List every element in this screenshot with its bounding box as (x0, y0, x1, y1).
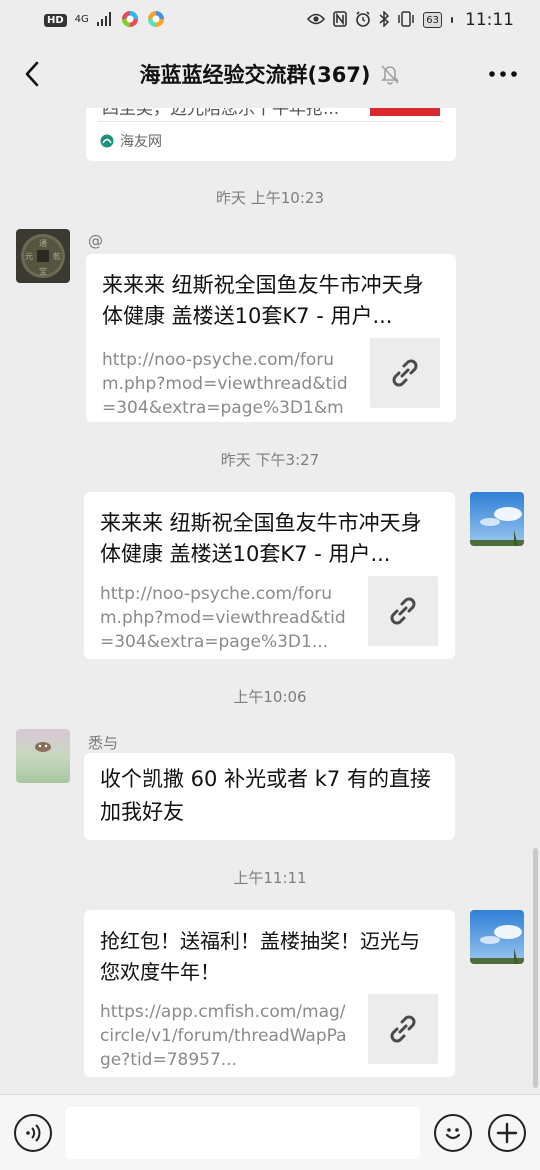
red-thumbnail (370, 108, 440, 116)
voice-wave-icon (26, 1124, 41, 1142)
voice-button[interactable] (14, 1114, 52, 1152)
chat-title: 海蓝蓝经验交流群(367) (139, 63, 371, 87)
hd-badge: HD (44, 13, 67, 27)
timestamp: 上午11:11 (233, 869, 307, 887)
self-avatar[interactable] (470, 910, 524, 964)
chevron-left-icon (25, 61, 39, 87)
link-card[interactable]: 四至奖，迈光陪您乐干牛年抢... 海友网 (86, 108, 456, 161)
link-thumbnail (368, 576, 438, 646)
message-text: 收个凯撒 60 补光或者 k7 有的直接加我好友 (100, 767, 431, 824)
battery-tip (451, 17, 453, 23)
svg-text:宝: 宝 (39, 266, 47, 276)
timestamp: 昨天 上午10:23 (216, 189, 324, 207)
app-notification-icon (147, 10, 165, 31)
message-list[interactable]: 四至奖，迈光陪您乐干牛年抢... 海友网 昨天 上午10:23 通 宝 元 乾 … (0, 108, 540, 1094)
sender-name: @ (88, 232, 103, 250)
link-card[interactable]: 来来来 纽斯祝全国鱼友牛市冲天身体健康 盖楼送10套K7 - 用户... htt… (84, 492, 455, 659)
plus-icon (496, 1122, 518, 1144)
link-card-divider (98, 121, 444, 122)
bluetooth-icon (379, 9, 390, 30)
avatar[interactable]: 通 宝 元 乾 (16, 229, 70, 283)
more-dots-icon (489, 71, 517, 77)
more-options-button[interactable] (486, 60, 520, 88)
link-icon (390, 597, 416, 625)
clock: 11:11 (465, 10, 514, 30)
chat-header: 海蓝蓝经验交流群(367) (0, 40, 540, 108)
status-bar: HD 4G 63 11:11 (0, 0, 540, 40)
avatar[interactable] (16, 729, 70, 783)
link-url: http://noo-psyche.com/forum.php?mod=view… (102, 350, 348, 418)
svg-text:通: 通 (39, 238, 47, 248)
link-title: 来来来 纽斯祝全国鱼友牛市冲天身体健康 盖楼送10套K7 - 用户... (100, 511, 422, 566)
link-source: 海友网 (120, 134, 162, 150)
eye-icon (307, 13, 326, 28)
svg-text:元: 元 (25, 252, 33, 261)
link-title: 来来来 纽斯祝全国鱼友牛市冲天身体健康 盖楼送10套K7 - 用户... (102, 273, 424, 328)
link-icon (390, 1015, 416, 1043)
sender-name: 悉与 (88, 734, 119, 752)
link-url: http://noo-psyche.com/forum.php?mod=view… (100, 584, 346, 652)
scrollbar-thumb[interactable] (533, 848, 538, 1088)
more-functions-button[interactable] (488, 1114, 526, 1152)
message-input[interactable] (66, 1107, 420, 1159)
link-card[interactable]: 来来来 纽斯祝全国鱼友牛市冲天身体健康 盖楼送10套K7 - 用户... htt… (86, 254, 456, 422)
mute-bell-icon (379, 63, 401, 85)
svg-text:乾: 乾 (53, 251, 61, 261)
battery-level: 63 (426, 14, 439, 26)
source-logo-icon (100, 134, 114, 148)
app-notification-icon (121, 10, 139, 31)
battery-indicator: 63 (423, 12, 442, 28)
link-card-partial-text: 四至奖，迈光陪您乐干牛年抢... (102, 108, 340, 119)
back-button[interactable] (14, 56, 50, 92)
link-icon (392, 359, 418, 387)
timestamp: 上午10:06 (233, 688, 307, 706)
emoji-button[interactable] (434, 1114, 472, 1152)
link-card[interactable]: 抢红包！送福利！盖楼抽奖！迈光与您欢度牛年！ https://app.cmfis… (84, 910, 455, 1077)
vibrate-icon (397, 10, 415, 30)
link-title: 抢红包！送福利！盖楼抽奖！迈光与您欢度牛年！ (100, 929, 420, 984)
nfc-icon (333, 10, 348, 30)
text-message-bubble[interactable]: 收个凯撒 60 补光或者 k7 有的直接加我好友 (84, 753, 455, 840)
link-thumbnail (368, 994, 438, 1064)
input-bar (0, 1094, 540, 1170)
smiley-icon (445, 1128, 461, 1140)
network-indicator: 4G (74, 14, 89, 25)
alarm-icon (355, 10, 371, 30)
link-url: https://app.cmfish.com/mag/circle/v1/for… (100, 1002, 347, 1070)
signal-icon (96, 11, 113, 29)
link-thumbnail (370, 338, 440, 408)
self-avatar[interactable] (470, 492, 524, 546)
timestamp: 昨天 下午3:27 (220, 451, 320, 469)
